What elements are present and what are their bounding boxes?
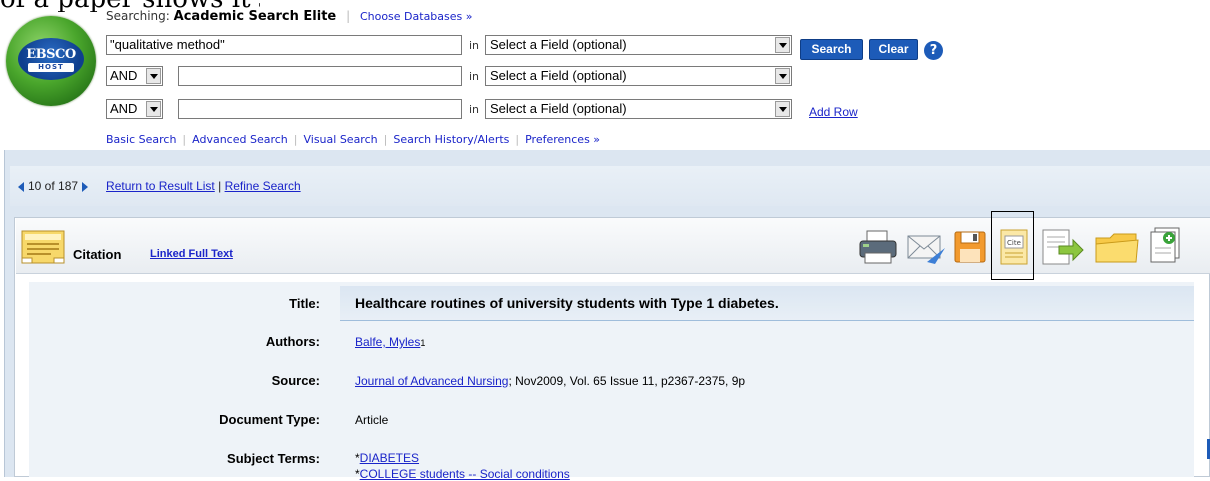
cite-highlight-box <box>991 211 1034 280</box>
search-button[interactable]: Search <box>800 39 863 60</box>
field-select-2[interactable]: Select a Field (optional) <box>485 66 792 86</box>
search-history-link[interactable]: Search History/Alerts <box>393 133 509 146</box>
author-link[interactable]: Balfe, Myles <box>355 335 420 349</box>
chevron-down-icon[interactable] <box>146 68 161 84</box>
previous-icon[interactable] <box>18 181 24 192</box>
doctype-value: Article <box>355 413 389 427</box>
source-details: ; Nov2009, Vol. 65 Issue 11, p2367-2375,… <box>508 374 746 388</box>
add-row-link[interactable]: Add Row <box>809 105 858 119</box>
searching-header: Searching: Academic Search Elite | Choos… <box>106 9 473 24</box>
author-affiliation: 1 <box>420 338 426 348</box>
visual-search-link[interactable]: Visual Search <box>303 133 377 146</box>
basic-search-link[interactable]: Basic Search <box>106 133 176 146</box>
export-icon[interactable] <box>1041 228 1085 268</box>
clear-button[interactable]: Clear <box>869 39 918 60</box>
advanced-search-link[interactable]: Advanced Search <box>192 133 288 146</box>
database-name: Academic Search Elite <box>173 9 337 24</box>
subject-term-2-link[interactable]: COLLEGE students -- Social conditions <box>360 467 570 481</box>
bool-select-2[interactable]: AND <box>106 66 163 86</box>
authors-label: Authors: <box>265 334 320 349</box>
source-label: Source: <box>271 373 320 388</box>
field-select-1-value: Select a Field (optional) <box>490 37 627 52</box>
subject-term-1: *DIABETES <box>355 451 419 465</box>
divider <box>4 150 5 477</box>
in-label-3: in <box>469 103 480 116</box>
subject-term-2: *COLLEGE students -- Social conditions <box>355 467 570 481</box>
in-label-1: in <box>469 39 480 52</box>
linked-full-text-link[interactable]: Linked Full Text <box>150 248 233 260</box>
searching-label: Searching: <box>106 9 170 23</box>
nav-divider: | <box>218 179 222 193</box>
result-nav: 10 of 187 Return to Result List | Refine … <box>18 179 301 193</box>
authors-value: Balfe, Myles1 <box>355 335 425 349</box>
subject-term-1-link[interactable]: DIABETES <box>360 451 419 465</box>
save-icon[interactable] <box>953 229 987 265</box>
choose-databases-link[interactable]: Choose Databases » <box>360 10 473 23</box>
field-select-2-value: Select a Field (optional) <box>490 68 627 83</box>
search-input-2[interactable] <box>178 66 462 86</box>
field-select-3-value: Select a Field (optional) <box>490 101 627 116</box>
email-icon[interactable] <box>905 230 947 266</box>
print-icon[interactable] <box>857 229 899 265</box>
ebsco-host-logo[interactable]: EBSCO HOST <box>6 16 96 106</box>
field-select-1[interactable]: Select a Field (optional) <box>485 35 792 55</box>
field-select-3[interactable]: Select a Field (optional) <box>485 99 792 119</box>
add-to-folder-icon[interactable] <box>1149 226 1183 264</box>
record-title: Healthcare routines of university studen… <box>355 295 779 311</box>
logo-subtext: HOST <box>28 63 74 72</box>
citation-title: Citation <box>73 247 122 262</box>
bool-select-2-value: AND <box>110 68 138 83</box>
in-label-2: in <box>469 70 480 83</box>
result-position: 10 of 187 <box>28 179 79 193</box>
return-to-result-list-link[interactable]: Return to Result List <box>106 179 215 193</box>
chevron-down-icon[interactable] <box>775 101 790 117</box>
search-input-3[interactable] <box>178 99 462 119</box>
folder-icon[interactable] <box>1094 230 1140 266</box>
logo-text: EBSCO <box>26 47 76 62</box>
chevron-down-icon[interactable] <box>775 68 790 84</box>
search-nav: Basic Search | Advanced Search | Visual Sear… <box>106 133 601 146</box>
bool-select-3[interactable]: AND <box>106 99 163 119</box>
preferences-link[interactable]: Preferences » <box>525 133 600 146</box>
next-icon[interactable] <box>82 181 89 192</box>
chevron-down-icon[interactable] <box>146 101 161 117</box>
chevron-down-icon[interactable] <box>775 37 790 53</box>
title-label: Title: <box>289 296 320 311</box>
search-input-1[interactable]: "qualitative method" <box>106 35 462 55</box>
doctype-label: Document Type: <box>219 412 320 427</box>
refine-search-link[interactable]: Refine Search <box>225 179 301 193</box>
journal-link[interactable]: Journal of Advanced Nursing <box>355 374 508 388</box>
subjects-label: Subject Terms: <box>227 451 320 466</box>
source-value: Journal of Advanced Nursing; Nov2009, Vo… <box>355 374 745 388</box>
help-icon[interactable]: ? <box>924 41 943 60</box>
bool-select-3-value: AND <box>110 101 138 116</box>
citation-document-icon <box>21 230 65 264</box>
